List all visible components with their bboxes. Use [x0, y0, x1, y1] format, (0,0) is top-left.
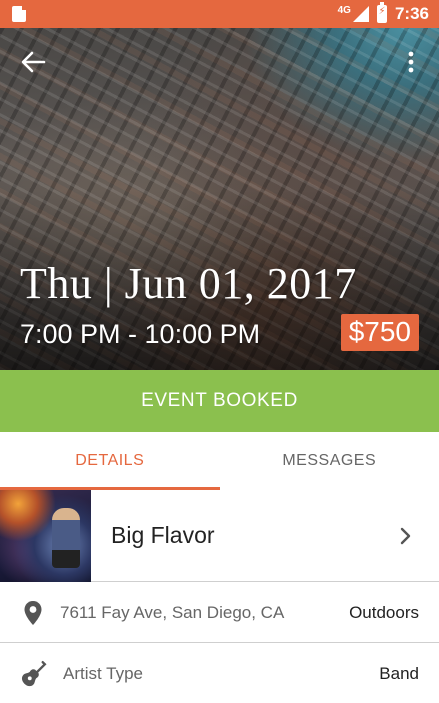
event-setting: Outdoors	[349, 602, 419, 622]
status-right: 4G 7:36	[337, 2, 429, 24]
map-pin-icon	[24, 600, 42, 625]
arrow-left-icon[interactable]	[20, 50, 46, 74]
guitar-icon	[21, 660, 47, 687]
tab-details[interactable]: DETAILS	[0, 432, 220, 490]
artist-type-value: Band	[379, 664, 419, 683]
event-booked-label: EVENT BOOKED	[141, 390, 298, 411]
location-address: 7611 Fay Ave, San Diego, CA	[60, 602, 285, 622]
location-row: 7611 Fay Ave, San Diego, CA Outdoors	[0, 583, 439, 643]
artist-photo-figure	[52, 507, 80, 568]
battery-charging-icon	[376, 2, 387, 23]
sd-card-icon	[12, 5, 27, 22]
more-vertical-icon[interactable]	[405, 50, 417, 74]
artist-type-label: Artist Type	[63, 664, 143, 683]
event-date: Thu | Jun 01, 2017	[20, 259, 357, 308]
artist-type-row: Artist Type Band	[0, 644, 439, 703]
network-type: 4G	[337, 4, 351, 16]
artist-name: Big Flavor	[111, 522, 215, 548]
status-left	[12, 5, 27, 22]
status-bar: 4G 7:36	[0, 0, 439, 28]
tab-bar: DETAILS MESSAGES	[0, 432, 439, 490]
status-time: 7:36	[394, 4, 429, 23]
artist-row[interactable]: Big Flavor	[0, 489, 439, 582]
event-time-range: 7:00 PM - 10:00 PM	[20, 319, 261, 349]
event-hero: Thu | Jun 01, 2017 7:00 PM - 10:00 PM $7…	[0, 28, 439, 370]
event-booked-banner: EVENT BOOKED	[0, 370, 439, 432]
artist-photo	[0, 489, 91, 582]
price-badge: $750	[340, 314, 419, 351]
chevron-right-icon	[400, 527, 411, 544]
signal-icon	[352, 6, 369, 22]
tab-messages[interactable]: MESSAGES	[220, 432, 439, 490]
